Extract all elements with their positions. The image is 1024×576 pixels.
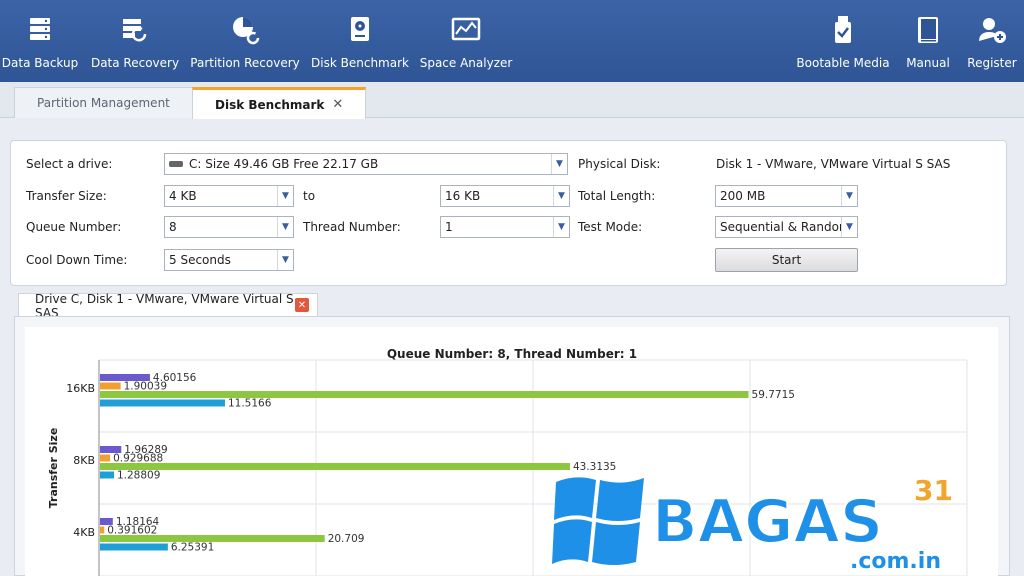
- ribbon-label: Data Backup: [1, 56, 79, 70]
- chart-title: Queue Number: 8, Thread Number: 1: [387, 347, 637, 361]
- windows-flag-icon: [552, 477, 644, 565]
- register-button[interactable]: Register: [967, 14, 1017, 74]
- chevron-down-icon: ▼: [277, 250, 293, 270]
- transfer-to-value: 16 KB: [445, 189, 481, 203]
- chevron-down-icon: ▼: [551, 154, 567, 174]
- bar-data-label: 0.391602: [107, 525, 157, 537]
- bootable-media-icon: [835, 16, 851, 43]
- tab-partition-management[interactable]: Partition Management: [14, 87, 193, 118]
- physical-disk-value: Disk 1 - VMware, VMware Virtual S SAS: [716, 157, 951, 171]
- ribbon-label: Data Recovery: [90, 56, 180, 70]
- thread-number-select[interactable]: 1 ▼: [440, 216, 570, 238]
- partition-recovery-icon: [233, 17, 260, 45]
- bar: [100, 454, 111, 462]
- select-drive-label: Select a drive:: [26, 157, 113, 171]
- main-tab-bar: Partition Management Disk Benchmark ✕: [0, 82, 1024, 119]
- bar: [100, 399, 225, 407]
- cool-down-value: 5 Seconds: [169, 253, 231, 267]
- tab-label: Disk Benchmark: [215, 97, 325, 112]
- queue-number-label: Queue Number:: [26, 220, 122, 234]
- drive-select[interactable]: C: Size 49.46 GB Free 22.17 GB ▼: [164, 153, 568, 175]
- data-backup-button[interactable]: Data Backup: [2, 14, 78, 74]
- bar: [100, 391, 749, 398]
- partition-recovery-button[interactable]: Partition Recovery: [190, 14, 300, 74]
- chevron-down-icon: ▼: [277, 217, 293, 237]
- thread-number-label: Thread Number:: [303, 220, 401, 234]
- ribbon-label: Partition Recovery: [190, 56, 300, 70]
- transfer-size-label: Transfer Size:: [26, 189, 107, 203]
- drive-icon: [169, 161, 183, 167]
- space-analyzer-button[interactable]: Space Analyzer: [420, 14, 512, 74]
- category-label: 16KB: [66, 382, 95, 395]
- drive-select-value: C: Size 49.46 GB Free 22.17 GB: [189, 157, 379, 171]
- category-label: 4KB: [73, 526, 95, 539]
- manual-icon: [918, 17, 938, 43]
- chevron-down-icon: ▼: [841, 186, 857, 206]
- ribbon-label: Register: [967, 56, 1017, 70]
- chevron-down-icon: ▼: [277, 186, 293, 206]
- total-length-select[interactable]: 200 MB ▼: [715, 185, 858, 207]
- queue-number-value: 8: [169, 220, 177, 234]
- space-analyzer-icon: [451, 17, 481, 41]
- bar-data-label: 1.90039: [124, 381, 167, 393]
- chevron-down-icon: ▼: [841, 217, 857, 237]
- thread-number-value: 1: [445, 220, 453, 234]
- bootable-media-button[interactable]: Bootable Media: [796, 14, 890, 74]
- test-mode-value: Sequential & Random: [720, 220, 841, 234]
- bar: [100, 471, 114, 479]
- tab-disk-benchmark[interactable]: Disk Benchmark ✕: [192, 87, 367, 119]
- chevron-down-icon: ▼: [553, 217, 569, 237]
- watermark-superscript: 31: [914, 474, 952, 507]
- bar-data-label: 0.929688: [113, 453, 163, 465]
- to-label: to: [303, 189, 316, 203]
- total-length-label: Total Length:: [578, 189, 656, 203]
- transfer-size-to-select[interactable]: 16 KB ▼: [440, 185, 570, 207]
- ribbon-label: Bootable Media: [796, 56, 890, 70]
- disk-benchmark-button[interactable]: Disk Benchmark: [311, 14, 409, 74]
- backup-icon: [30, 18, 50, 40]
- benchmark-settings-panel: Select a drive: C: Size 49.46 GB Free 22…: [10, 140, 1007, 286]
- bar: [100, 463, 570, 470]
- physical-disk-label: Physical Disk:: [578, 157, 661, 171]
- queue-number-select[interactable]: 8 ▼: [164, 216, 294, 238]
- ribbon-label: Manual: [906, 56, 950, 70]
- cool-down-select[interactable]: 5 Seconds ▼: [164, 249, 294, 271]
- bar: [100, 526, 105, 534]
- tab-label: Partition Management: [37, 96, 170, 110]
- data-recovery-icon: [123, 19, 147, 42]
- category-label: 8KB: [73, 454, 95, 467]
- ribbon-label: Space Analyzer: [419, 56, 513, 70]
- transfer-from-value: 4 KB: [169, 189, 197, 203]
- bar-data-label: 1.28809: [117, 470, 160, 482]
- bar-data-label: 59.7715: [752, 389, 795, 401]
- bar: [100, 382, 121, 390]
- bar: [100, 543, 168, 551]
- test-mode-label: Test Mode:: [578, 220, 643, 234]
- chevron-down-icon: ▼: [553, 186, 569, 206]
- watermark-domain: .com.in: [850, 549, 941, 574]
- cool-down-label: Cool Down Time:: [26, 253, 128, 267]
- ribbon-toolbar: Data Backup Data Recovery Partition Reco…: [0, 0, 1024, 82]
- ribbon-label: Disk Benchmark: [311, 56, 409, 70]
- total-length-value: 200 MB: [720, 189, 766, 203]
- data-recovery-button[interactable]: Data Recovery: [91, 14, 179, 74]
- result-tab[interactable]: Drive C, Disk 1 - VMware, VMware Virtual…: [18, 292, 318, 320]
- close-icon[interactable]: ✕: [332, 97, 343, 112]
- close-icon[interactable]: ✕: [295, 298, 309, 312]
- bar-data-label: 20.709: [328, 533, 365, 545]
- bagas31-watermark-logo: BAGAS 31 .com.in: [552, 474, 952, 574]
- bar-data-label: 11.5166: [228, 398, 272, 410]
- watermark-brand: BAGAS: [652, 487, 883, 557]
- test-mode-select[interactable]: Sequential & Random ▼: [715, 216, 858, 238]
- start-button[interactable]: Start: [715, 248, 858, 272]
- transfer-size-from-select[interactable]: 4 KB ▼: [164, 185, 294, 207]
- register-icon: [979, 18, 1006, 43]
- bar-data-label: 6.25391: [171, 542, 214, 554]
- disk-benchmark-icon: [351, 17, 369, 41]
- manual-button[interactable]: Manual: [905, 14, 951, 74]
- y-axis-label: Transfer Size: [47, 428, 60, 509]
